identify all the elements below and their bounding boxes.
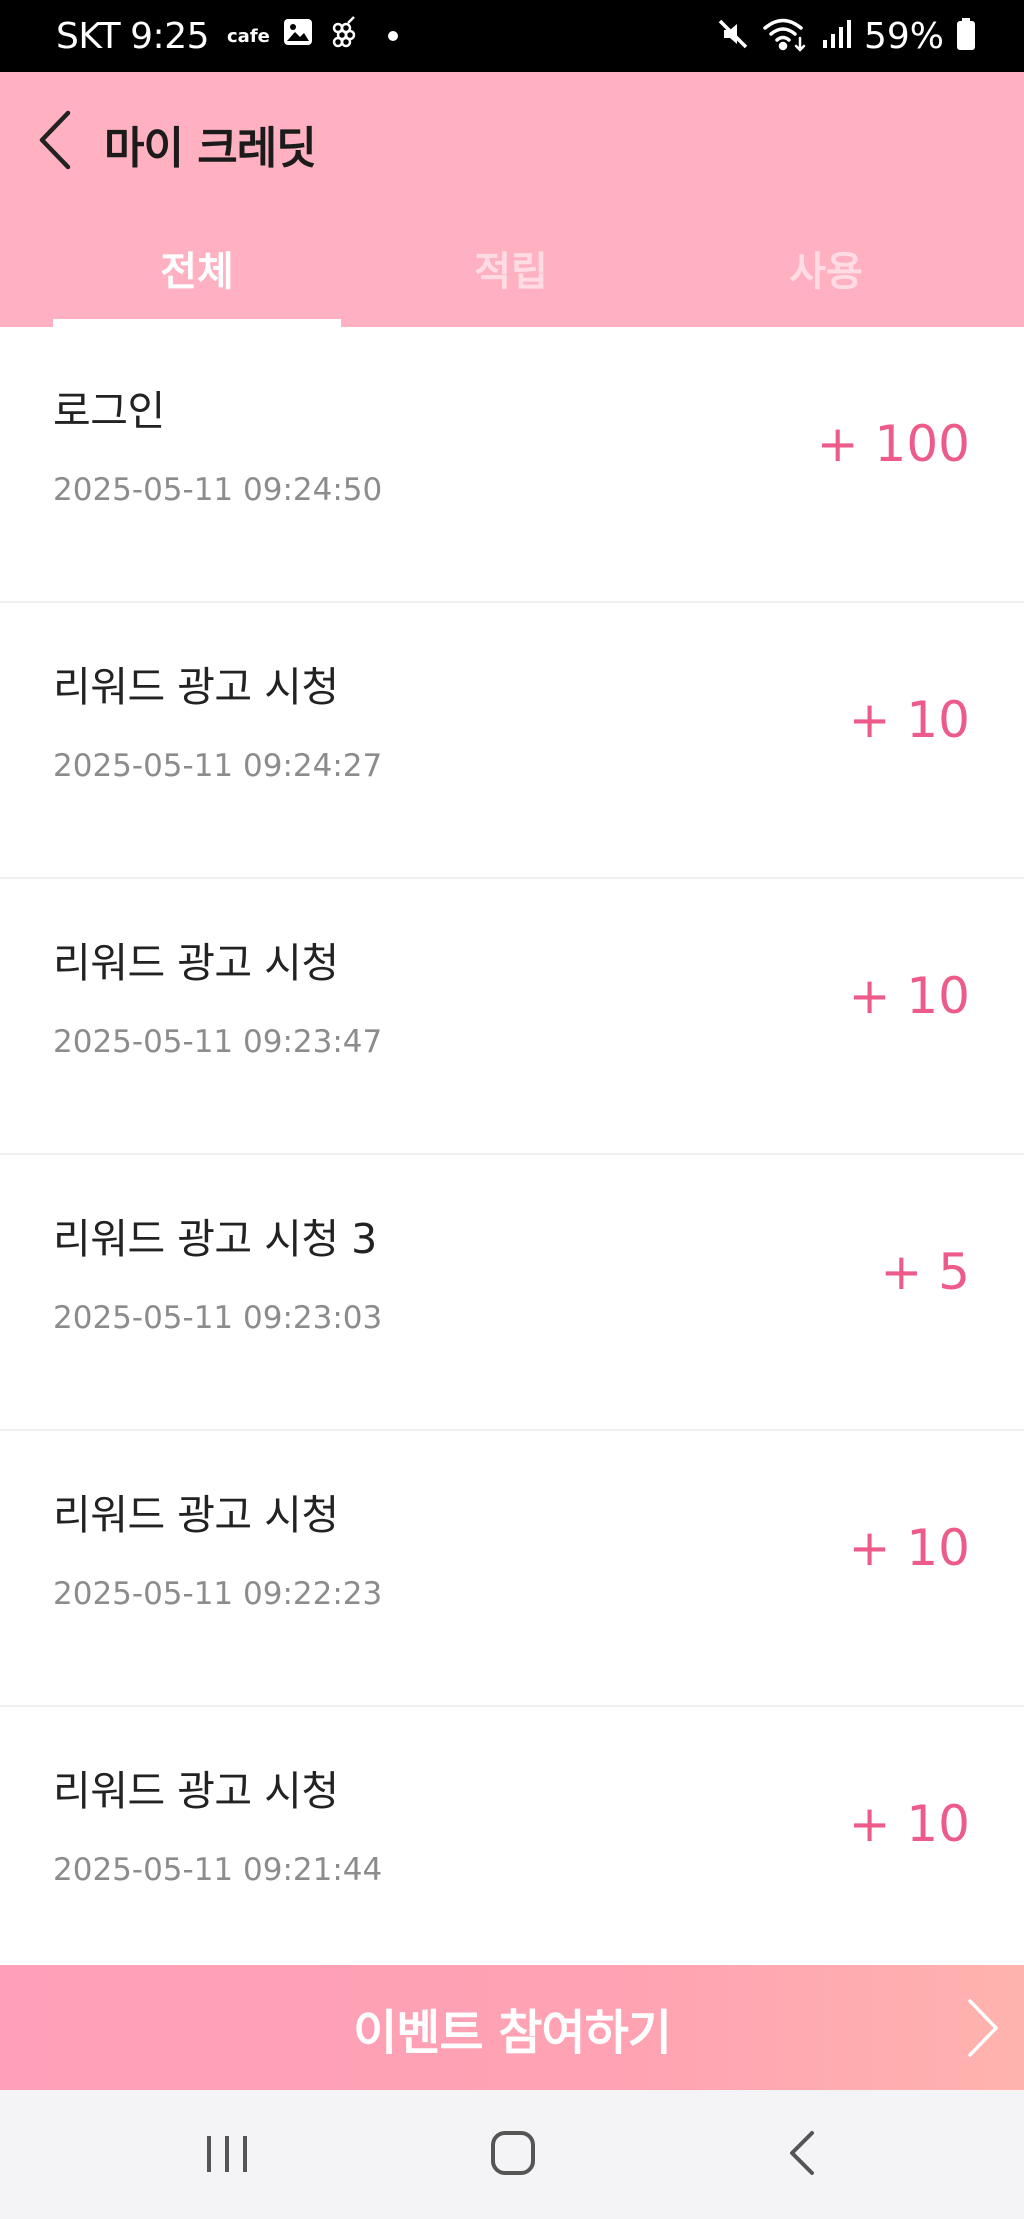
credit-item-amount: + 10 [848, 1795, 970, 1853]
status-right: 59% [716, 16, 976, 57]
system-nav-bar [0, 2090, 1024, 2219]
system-back-button[interactable] [757, 2120, 847, 2190]
tab-all[interactable]: 전체 [53, 232, 341, 327]
carrier-label: SKT [56, 15, 121, 57]
clock: 9:25 [130, 15, 209, 57]
back-button[interactable] [30, 107, 80, 177]
status-bar: SKT 9:25 cafe 59% [0, 0, 1024, 72]
active-tab-indicator [53, 319, 341, 327]
credit-list-item: 리워드 광고 시청 3 2025-05-11 09:23:03 + 5 [0, 1155, 1024, 1431]
credit-list-item: 리워드 광고 시청 2025-05-11 09:21:44 + 10 [0, 1707, 1024, 1983]
credit-item-date: 2025-05-11 09:21:44 [53, 1852, 383, 1888]
credit-list-item: 리워드 광고 시청 2025-05-11 09:23:47 + 10 [0, 879, 1024, 1155]
credit-history-list: 로그인 2025-05-11 09:24:50 + 100 리워드 광고 시청 … [0, 327, 1024, 1983]
credit-item-amount: + 100 [816, 415, 970, 473]
credit-list-item: 리워드 광고 시청 2025-05-11 09:22:23 + 10 [0, 1431, 1024, 1707]
notification-dot-icon [387, 31, 398, 41]
chevron-left-icon [37, 109, 73, 175]
recent-apps-icon [204, 2132, 250, 2178]
tab-bar: 전체 적립 사용 [0, 232, 1024, 327]
credit-item-amount: + 10 [848, 967, 970, 1025]
page-title: 마이 크레딧 [104, 123, 317, 174]
credit-item-date: 2025-05-11 09:23:03 [53, 1300, 383, 1336]
credit-item-title: 리워드 광고 시청 [53, 663, 339, 711]
credit-item-amount: + 5 [880, 1243, 970, 1301]
credit-item-title: 리워드 광고 시청 [53, 1491, 339, 1539]
battery-icon [956, 17, 976, 55]
credit-item-date: 2025-05-11 09:22:23 [53, 1576, 383, 1612]
credit-item-amount: + 10 [848, 1519, 970, 1577]
credit-item-title: 리워드 광고 시청 [53, 1767, 339, 1815]
credit-item-title: 리워드 광고 시청 [53, 939, 339, 987]
grapes-icon [326, 14, 362, 59]
status-left: SKT 9:25 cafe [56, 14, 398, 59]
app-header: 마이 크레딧 전체 적립 사용 [0, 72, 1024, 327]
credit-item-title: 로그인 [53, 387, 165, 435]
credit-list-item: 로그인 2025-05-11 09:24:50 + 100 [0, 327, 1024, 603]
credit-item-date: 2025-05-11 09:23:47 [53, 1024, 383, 1060]
tab-earn[interactable]: 적립 [367, 232, 655, 327]
gallery-icon [282, 16, 314, 57]
credit-item-amount: + 10 [848, 691, 970, 749]
battery-level: 59% [863, 15, 944, 57]
chevron-right-icon [962, 1997, 1002, 2059]
credit-item-date: 2025-05-11 09:24:50 [53, 472, 383, 508]
event-participate-button[interactable]: 이벤트 참여하기 [0, 1965, 1024, 2090]
home-icon [490, 2130, 536, 2180]
wifi-icon [762, 16, 808, 56]
credit-list-item: 리워드 광고 시청 2025-05-11 09:24:27 + 10 [0, 603, 1024, 879]
credit-item-title: 리워드 광고 시청 3 [53, 1215, 377, 1263]
back-icon [787, 2129, 817, 2181]
mute-icon [716, 17, 750, 55]
recent-apps-button[interactable] [182, 2120, 272, 2190]
tab-use[interactable]: 사용 [682, 232, 970, 327]
event-participate-label: 이벤트 참여하기 [353, 2004, 672, 2061]
signal-icon [820, 18, 852, 54]
credit-item-date: 2025-05-11 09:24:27 [53, 748, 383, 784]
cafe-notification-label: cafe [227, 25, 270, 47]
home-button[interactable] [468, 2120, 558, 2190]
